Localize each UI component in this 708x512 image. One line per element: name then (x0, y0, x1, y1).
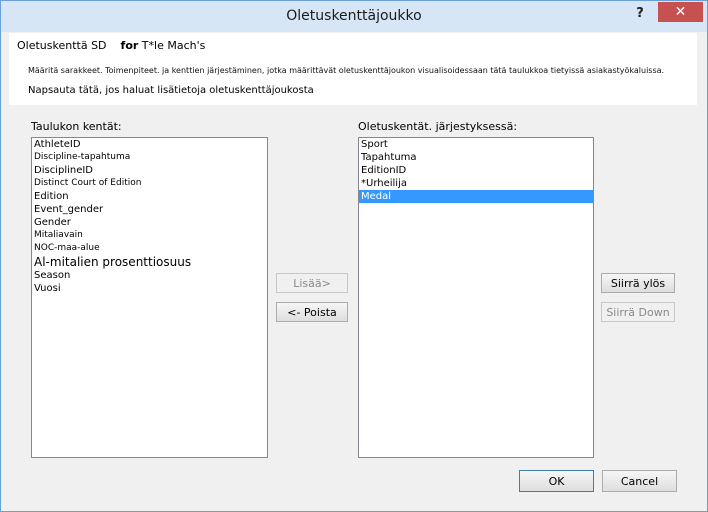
cancel-button[interactable]: Cancel (602, 470, 677, 492)
list-item[interactable]: Vuosi (32, 282, 267, 295)
list-item[interactable]: Distinct Court of Edition (32, 177, 267, 190)
list-item[interactable]: Edition (32, 190, 267, 203)
list-item[interactable]: EditionID (359, 164, 593, 177)
list-item[interactable]: Discipline-tapahtuma (32, 151, 267, 164)
move-down-button[interactable]: Siirrä Down (601, 302, 675, 322)
list-item[interactable]: Tapahtuma (359, 151, 593, 164)
list-item[interactable]: Season (32, 269, 267, 282)
table-fields-listbox[interactable]: AthleteID Discipline-tapahtuma Disciplin… (31, 137, 268, 458)
dialog-window: Oletuskenttäjoukko ? ✕ Oletuskenttä SD fo… (0, 0, 708, 512)
description-text: Määritä sarakkeet. Toimenpiteet. ja kent… (28, 66, 665, 75)
table-caption: Oletuskenttä SD for T*le Mach's (17, 39, 205, 52)
remove-button[interactable]: <- Poista (276, 302, 348, 322)
caption-label: Oletuskenttä SD (17, 39, 107, 52)
description-panel: Oletuskenttä SD for T*le Mach's Määritä s… (9, 33, 697, 105)
help-icon[interactable]: ? (631, 5, 649, 23)
caption-table-name: T*le Mach's (138, 39, 206, 52)
move-up-button[interactable]: Siirrä ylös (601, 273, 675, 293)
close-icon[interactable]: ✕ (658, 2, 703, 22)
list-item[interactable]: Gender (32, 216, 267, 229)
list-item[interactable]: Mitaliavain (32, 229, 267, 242)
list-item[interactable]: Sport (359, 138, 593, 151)
default-fields-listbox[interactable]: Sport Tapahtuma EditionID *Urheilija Med… (358, 137, 594, 458)
caption-for: for (120, 39, 139, 52)
dialog-title: Oletuskenttäjoukko (286, 8, 422, 24)
ok-button[interactable]: OK (519, 470, 594, 492)
list-item[interactable]: Al-mitalien prosenttiosuus (32, 255, 267, 269)
table-fields-label: Taulukon kentät: (31, 120, 122, 133)
list-item[interactable]: Event_gender (32, 203, 267, 216)
list-item[interactable]: DisciplineID (32, 164, 267, 177)
default-fields-label: Oletuskentät. järjestyksessä: (358, 120, 518, 133)
list-item[interactable]: AthleteID (32, 138, 267, 151)
list-item-selected[interactable]: Medal (359, 190, 593, 203)
help-link[interactable]: Napsauta tätä, jos haluat lisätietoja ol… (28, 85, 314, 96)
title-bar[interactable]: Oletuskenttäjoukko ? ✕ (1, 1, 707, 32)
list-item[interactable]: NOC-maa-alue (32, 242, 267, 255)
add-button[interactable]: Lisää> (276, 273, 348, 293)
list-item[interactable]: *Urheilija (359, 177, 593, 190)
